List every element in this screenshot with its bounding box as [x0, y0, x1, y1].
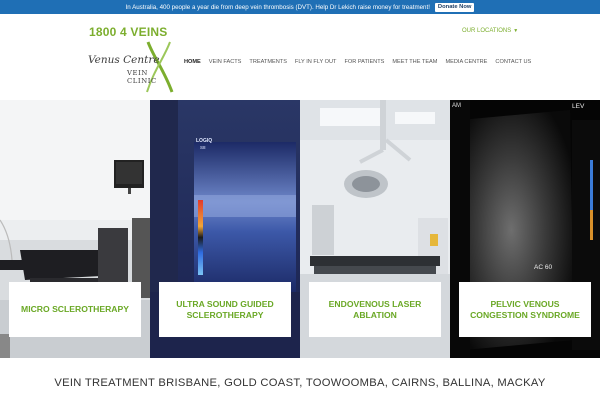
- scan-am-text: AM: [452, 103, 461, 109]
- main-nav: HOME VEIN FACTS TREATMENTS FLY IN FLY OU…: [180, 59, 535, 65]
- page-heading: VEIN TREATMENT BRISBANE, GOLD COAST, TOO…: [54, 377, 546, 389]
- our-locations-label: OUR LOCATIONS: [462, 28, 512, 34]
- donate-now-button[interactable]: Donate Now: [434, 2, 475, 12]
- panel-endovenous-laser-ablation[interactable]: ENDOVENOUS LASER ABLATION: [300, 100, 450, 358]
- panel-label: PELVIC VENOUS CONGESTION SYNDROME: [459, 282, 591, 337]
- caret-down-icon: ▼: [513, 28, 519, 34]
- nav-vein-facts[interactable]: VEIN FACTS: [205, 59, 246, 65]
- panel-ultrasound-guided-sclerotherapy[interactable]: LOGIQ S8 ULTRA SOUND GUIDED SCLEROTHERAP…: [150, 100, 300, 358]
- logo-clinic-text: CLINIC: [127, 77, 157, 85]
- logiq-text: LOGIQ: [196, 138, 213, 144]
- scan-ac-text: AC 60: [534, 264, 553, 271]
- panel-label: ENDOVENOUS LASER ABLATION: [309, 282, 441, 337]
- announcement-text: In Australia, 400 people a year die from…: [125, 3, 430, 11]
- our-locations-dropdown[interactable]: OUR LOCATIONS ▼: [462, 28, 518, 34]
- venus-centre-logo[interactable]: Venus Centre VEIN CLINIC: [86, 40, 178, 100]
- treatment-panels: MICRO SCLEROTHERAPY LOGIQ S8 ULTRA SOUND…: [0, 100, 600, 358]
- nav-media-centre[interactable]: MEDIA CENTRE: [441, 59, 491, 65]
- panel-micro-sclerotherapy[interactable]: MICRO SCLEROTHERAPY: [0, 100, 150, 358]
- nav-home[interactable]: HOME: [180, 59, 205, 65]
- announcement-bar: In Australia, 400 people a year die from…: [0, 0, 600, 14]
- site-header: 1800 4 VEINS Venus Centre VEIN CLINIC OU…: [0, 14, 600, 100]
- nav-meet-the-team[interactable]: MEET THE TEAM: [388, 59, 441, 65]
- nav-treatments[interactable]: TREATMENTS: [245, 59, 291, 65]
- nav-for-patients[interactable]: FOR PATIENTS: [340, 59, 388, 65]
- logo-leaf-icon: [146, 41, 174, 93]
- nav-fly-in-fly-out[interactable]: FLY IN FLY OUT: [291, 59, 341, 65]
- nav-contact-us[interactable]: CONTACT US: [491, 59, 535, 65]
- logo-vein-text: VEIN: [127, 69, 148, 77]
- logiq-model-text: S8: [200, 145, 206, 150]
- logo-script-text: Venus Centre: [88, 54, 160, 66]
- scan-lev-text: LEV: [572, 103, 585, 110]
- phone-number[interactable]: 1800 4 VEINS: [89, 25, 167, 39]
- panel-label: MICRO SCLEROTHERAPY: [9, 282, 141, 337]
- panel-label: ULTRA SOUND GUIDED SCLEROTHERAPY: [159, 282, 291, 337]
- panel-pelvic-venous-congestion[interactable]: AM LEV AC 60 PELVIC VENOUS CONGESTION SY…: [450, 100, 600, 358]
